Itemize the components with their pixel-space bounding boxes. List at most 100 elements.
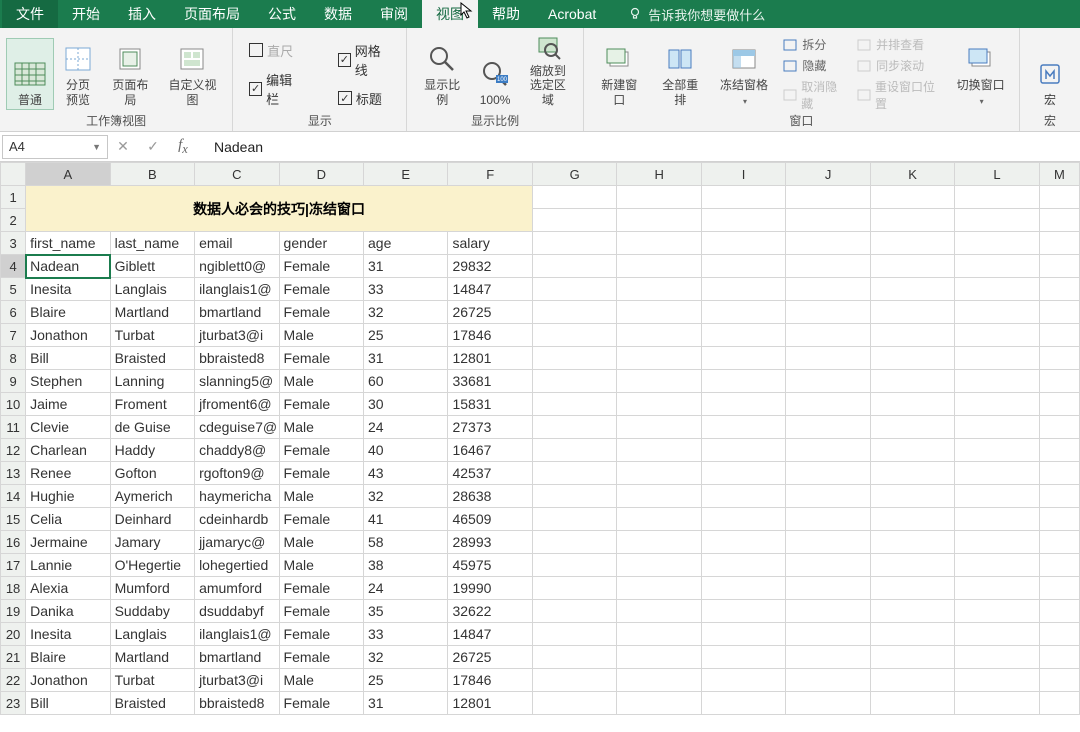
cell[interactable]: cdeinhardb (195, 508, 279, 531)
cell[interactable] (617, 485, 701, 508)
cell[interactable] (701, 232, 785, 255)
cell[interactable] (870, 669, 954, 692)
cell[interactable] (701, 301, 785, 324)
row-header-1[interactable]: 1 (1, 186, 26, 209)
cell[interactable]: 33681 (448, 370, 532, 393)
cell[interactable] (701, 439, 785, 462)
cell[interactable]: Male (279, 370, 363, 393)
cell[interactable]: Male (279, 554, 363, 577)
cell[interactable]: 31 (364, 692, 448, 715)
cell[interactable] (617, 301, 701, 324)
cell[interactable]: 33 (364, 623, 448, 646)
row-header-8[interactable]: 8 (1, 347, 26, 370)
cell[interactable] (617, 370, 701, 393)
cell[interactable] (955, 370, 1039, 393)
cell[interactable] (617, 439, 701, 462)
cell[interactable]: slanning5@ (195, 370, 279, 393)
cell[interactable]: 12801 (448, 692, 532, 715)
cell[interactable] (701, 692, 785, 715)
cell[interactable]: Giblett (110, 255, 194, 278)
cell[interactable]: 35 (364, 600, 448, 623)
menu-tab-2[interactable]: 插入 (114, 0, 170, 28)
cell[interactable] (1039, 646, 1079, 669)
row-header-17[interactable]: 17 (1, 554, 26, 577)
cell[interactable]: 15831 (448, 393, 532, 416)
cell[interactable] (1039, 347, 1079, 370)
cell[interactable]: Hughie (26, 485, 110, 508)
fx-button[interactable]: fx (168, 137, 198, 157)
cell[interactable] (617, 508, 701, 531)
row-header-21[interactable]: 21 (1, 646, 26, 669)
col-header-L[interactable]: L (955, 163, 1039, 186)
cell[interactable]: Male (279, 531, 363, 554)
cell[interactable] (870, 531, 954, 554)
cell[interactable] (955, 531, 1039, 554)
cell[interactable]: gender (279, 232, 363, 255)
cell[interactable] (870, 255, 954, 278)
cell[interactable]: 26725 (448, 301, 532, 324)
cell[interactable]: Mumford (110, 577, 194, 600)
cell[interactable] (955, 278, 1039, 301)
cell[interactable] (532, 485, 616, 508)
cell[interactable]: Haddy (110, 439, 194, 462)
cell[interactable] (532, 646, 616, 669)
cell[interactable]: jturbat3@i (195, 324, 279, 347)
row-header-18[interactable]: 18 (1, 577, 26, 600)
cell[interactable]: Turbat (110, 669, 194, 692)
menu-tab-8[interactable]: 帮助 (478, 0, 534, 28)
cell[interactable] (532, 209, 616, 232)
switch-window-button[interactable]: 切换窗口▾ (948, 38, 1013, 110)
cell[interactable]: rgofton9@ (195, 462, 279, 485)
cell[interactable]: 12801 (448, 347, 532, 370)
cell[interactable] (701, 209, 785, 232)
cell[interactable]: salary (448, 232, 532, 255)
cell[interactable] (870, 577, 954, 600)
cell[interactable] (786, 462, 870, 485)
cell[interactable] (617, 393, 701, 416)
cell[interactable] (870, 301, 954, 324)
cell[interactable] (870, 393, 954, 416)
cell[interactable] (701, 646, 785, 669)
cell[interactable] (701, 531, 785, 554)
cell[interactable] (786, 623, 870, 646)
cell[interactable] (786, 554, 870, 577)
cell[interactable]: 32 (364, 301, 448, 324)
row-header-13[interactable]: 13 (1, 462, 26, 485)
macros-button[interactable]: 宏 (1026, 38, 1074, 110)
cell[interactable]: 25 (364, 669, 448, 692)
cell[interactable] (786, 370, 870, 393)
view-1-button[interactable]: 分页预览 (54, 38, 102, 110)
accept-formula-button[interactable]: ✓ (138, 138, 168, 155)
cell[interactable] (701, 416, 785, 439)
cell[interactable]: 25 (364, 324, 448, 347)
col-header-I[interactable]: I (701, 163, 785, 186)
cell[interactable]: Female (279, 646, 363, 669)
cell[interactable] (786, 209, 870, 232)
cell[interactable] (701, 186, 785, 209)
row-header-15[interactable]: 15 (1, 508, 26, 531)
cell[interactable] (617, 669, 701, 692)
cell[interactable] (786, 232, 870, 255)
cell[interactable]: Female (279, 623, 363, 646)
cell[interactable]: 41 (364, 508, 448, 531)
cell[interactable] (532, 623, 616, 646)
row-header-11[interactable]: 11 (1, 416, 26, 439)
cell[interactable] (1039, 370, 1079, 393)
row-header-3[interactable]: 3 (1, 232, 26, 255)
cell[interactable] (786, 393, 870, 416)
cell[interactable]: first_name (26, 232, 110, 255)
menu-tab-6[interactable]: 审阅 (366, 0, 422, 28)
banner-cell[interactable]: 数据人必会的技巧|冻结窗口 (26, 186, 533, 232)
cell[interactable]: 19990 (448, 577, 532, 600)
cell[interactable]: Female (279, 278, 363, 301)
col-header-G[interactable]: G (532, 163, 616, 186)
cell[interactable]: 17846 (448, 669, 532, 692)
cell[interactable] (1039, 462, 1079, 485)
cell[interactable]: Female (279, 301, 363, 324)
cell[interactable]: Inesita (26, 623, 110, 646)
checkbox-直尺[interactable]: 直尺 (249, 41, 302, 60)
cell[interactable] (617, 209, 701, 232)
menu-tab-0[interactable]: 文件 (2, 0, 58, 28)
cell[interactable] (532, 278, 616, 301)
cell[interactable] (786, 347, 870, 370)
